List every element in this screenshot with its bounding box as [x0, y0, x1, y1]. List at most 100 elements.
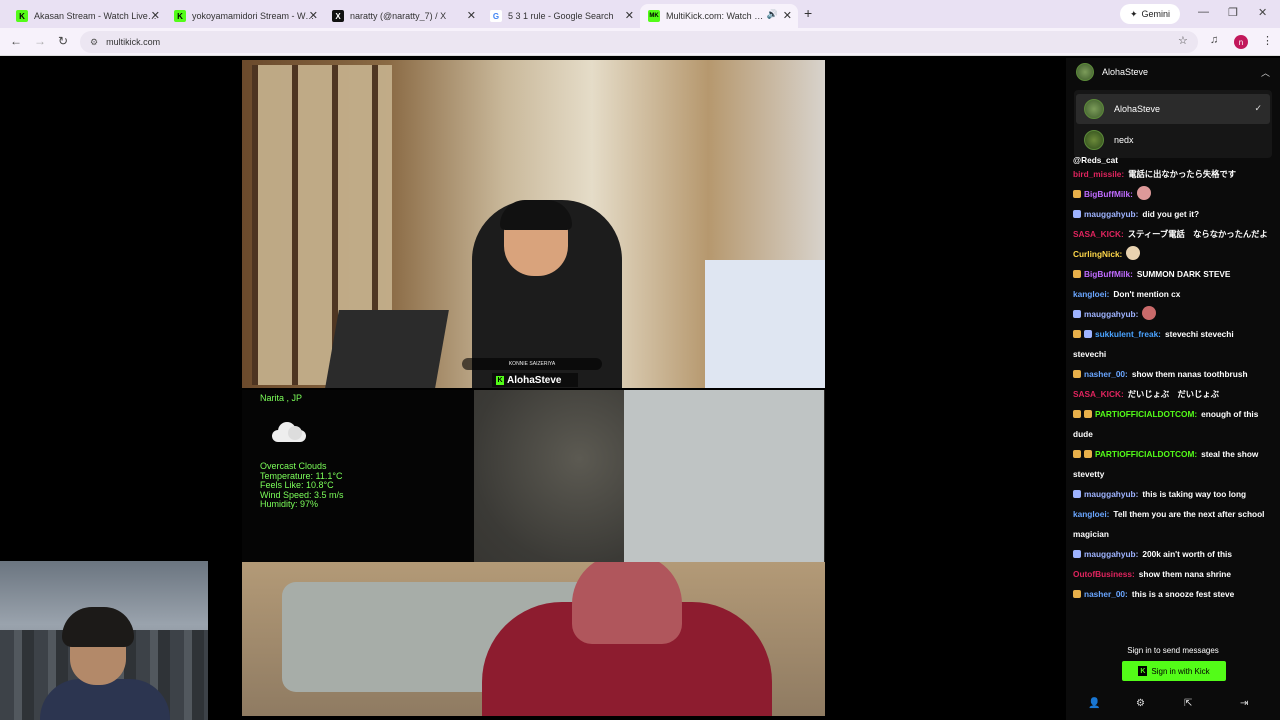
chat-username[interactable]: sukkulent_freak:: [1095, 329, 1161, 339]
browser-tab[interactable]: K Akasan Stream - Watch Live on ✕: [8, 4, 166, 28]
sign-in-button-label: Sign in with Kick: [1151, 666, 1210, 676]
speaker-icon[interactable]: 🔊: [767, 9, 778, 20]
chat-message: mauggahyub: this is taking way too long: [1073, 484, 1269, 504]
site-info-icon[interactable]: ⚙: [90, 37, 98, 48]
gemini-label: Gemini: [1141, 9, 1171, 19]
reload-icon[interactable]: ↻: [58, 34, 68, 48]
dropdown-item-alohasteve[interactable]: AlohaSteve ✓: [1076, 94, 1270, 124]
browser-tab-strip: K Akasan Stream - Watch Live on ✕ K yoko…: [0, 0, 1280, 28]
check-icon: ✓: [1254, 103, 1262, 113]
chat-username[interactable]: CurlingNick:: [1073, 249, 1122, 259]
browser-menu-icon[interactable]: ⋮: [1262, 34, 1273, 47]
crown-badge-icon: [1073, 330, 1081, 338]
sub-badge-icon: [1073, 370, 1081, 378]
close-tab-icon[interactable]: ✕: [309, 9, 318, 22]
browser-toolbar: ← → ↻ ⚙ multikick.com ☆ ♫ n ⋮: [0, 28, 1280, 56]
forward-icon[interactable]: →: [34, 34, 46, 48]
signin-prompt: Sign in to send messages: [1127, 646, 1219, 655]
chat-username[interactable]: PARTIOFFICIALDOTCOM:: [1095, 449, 1197, 459]
chat-username[interactable]: kangloei:: [1073, 509, 1109, 519]
close-tab-icon[interactable]: ✕: [151, 9, 160, 22]
browser-tab-active[interactable]: MK MultiKick.com: Watch Multi 🔊 ✕: [640, 4, 798, 28]
kick-favicon-icon: K: [16, 10, 28, 22]
chat-username[interactable]: kangloei:: [1073, 289, 1109, 299]
multikick-favicon-icon: MK: [648, 10, 660, 22]
popout-icon[interactable]: ⇱: [1184, 698, 1192, 709]
beanie-shape: [500, 200, 572, 230]
add-user-icon[interactable]: 👤: [1088, 698, 1100, 709]
sub-badge-icon: [1073, 590, 1081, 598]
stream-tile-main[interactable]: KONNIE SAIZERIYA K AlohaSteve: [242, 60, 825, 388]
dropdown-item-nedx[interactable]: nedx: [1076, 125, 1270, 155]
channel-avatar: [1076, 63, 1094, 81]
crown-badge-icon: [1073, 410, 1081, 418]
close-window-icon[interactable]: ✕: [1258, 6, 1267, 19]
chevron-up-icon[interactable]: ︿: [1261, 66, 1270, 79]
chat-message: SASA_KICK: スティーブ電話 ならなかったんだよ: [1073, 224, 1269, 244]
chat-username[interactable]: PARTIOFFICIALDOTCOM:: [1095, 409, 1197, 419]
channel-selector[interactable]: AlohaSteve ︿: [1066, 58, 1280, 86]
browser-tab[interactable]: G 5 3 1 rule - Google Search ✕: [482, 4, 640, 28]
bookmark-star-icon[interactable]: ☆: [1178, 34, 1188, 47]
profile-avatar[interactable]: n: [1234, 35, 1248, 49]
back-icon[interactable]: ←: [10, 34, 22, 48]
browser-tab[interactable]: K yokoyamamidori Stream - Watc ✕: [166, 4, 324, 28]
exit-icon[interactable]: ⇥: [1240, 698, 1248, 709]
tab-title: 5 3 1 rule - Google Search: [508, 11, 614, 21]
weather-details: Overcast Clouds Temperature: 11.1°C Feel…: [260, 461, 344, 510]
message-text: 200k ain't worth of this: [1142, 549, 1232, 559]
sign-in-with-kick-button[interactable]: K Sign in with Kick: [1122, 661, 1226, 681]
settings-gear-icon[interactable]: ⚙: [1136, 698, 1145, 709]
webcam-tile[interactable]: [0, 561, 208, 720]
minimize-icon[interactable]: —: [1198, 6, 1209, 18]
chat-username[interactable]: SASA_KICK:: [1073, 389, 1124, 399]
close-tab-icon[interactable]: ✕: [467, 9, 476, 22]
emote-icon: [1142, 306, 1157, 320]
chat-username[interactable]: bird_missile:: [1073, 169, 1124, 179]
emote-icon: [1126, 246, 1141, 260]
stream-nameplate: K AlohaSteve: [492, 373, 578, 387]
restore-icon[interactable]: ❐: [1228, 6, 1238, 19]
gemini-button[interactable]: ✦ Gemini: [1120, 4, 1181, 24]
sub-badge-icon: [1084, 450, 1092, 458]
chat-message: BigBuffMilk:: [1073, 184, 1269, 204]
address-bar[interactable]: ⚙ multikick.com: [80, 31, 1198, 53]
chat-username[interactable]: nasher_00:: [1084, 589, 1128, 599]
channel-avatar: [1084, 99, 1104, 119]
stream-name: AlohaSteve: [507, 374, 562, 386]
message-text: だいじょぶ だいじょぶ: [1127, 389, 1219, 399]
chat-username[interactable]: BigBuffMilk:: [1084, 189, 1133, 199]
message-text: did you get it?: [1142, 209, 1200, 219]
chat-message: CurlingNick:: [1073, 244, 1269, 264]
chat-username[interactable]: nasher_00:: [1084, 369, 1128, 379]
stream-tile-secondary[interactable]: [474, 390, 825, 562]
chat-username[interactable]: OutofBusiness:: [1073, 569, 1135, 579]
close-tab-icon[interactable]: ✕: [625, 9, 634, 22]
webcam-person-body: [40, 679, 170, 720]
cloud-icon: [268, 420, 308, 444]
chat-username[interactable]: SASA_KICK:: [1073, 229, 1124, 239]
chat-username[interactable]: BigBuffMilk:: [1084, 269, 1133, 279]
crown-badge-icon: [1073, 450, 1081, 458]
emote-icon: [1136, 186, 1151, 200]
media-control-icon[interactable]: ♫: [1210, 34, 1218, 46]
url-text: multikick.com: [106, 37, 161, 47]
stream-tile-bottom[interactable]: [242, 562, 825, 716]
bed-scene: [705, 260, 825, 388]
laptop-shape: [325, 310, 449, 388]
cap-shape: [572, 562, 682, 644]
chat-username[interactable]: mauggahyub:: [1084, 489, 1138, 499]
chat-message: mauggahyub: did you get it?: [1073, 204, 1269, 224]
chat-username[interactable]: mauggahyub:: [1084, 209, 1138, 219]
sub-badge-icon: [1084, 410, 1092, 418]
sub-badge-icon: [1073, 270, 1081, 278]
sparkle-icon: ✦: [1130, 8, 1138, 19]
channel-dropdown: AlohaSteve ✓ nedx: [1074, 90, 1272, 158]
browser-tab[interactable]: X naratty (@naratty_7) / X ✕: [324, 4, 482, 28]
new-tab-icon[interactable]: +: [804, 5, 812, 21]
chat-message: kangloei: Don't mention cx: [1073, 284, 1269, 304]
close-tab-icon[interactable]: ✕: [783, 9, 792, 22]
dropdown-item-label: AlohaSteve: [1114, 104, 1161, 114]
chat-username[interactable]: mauggahyub:: [1084, 549, 1138, 559]
chat-username[interactable]: mauggahyub:: [1084, 309, 1138, 319]
